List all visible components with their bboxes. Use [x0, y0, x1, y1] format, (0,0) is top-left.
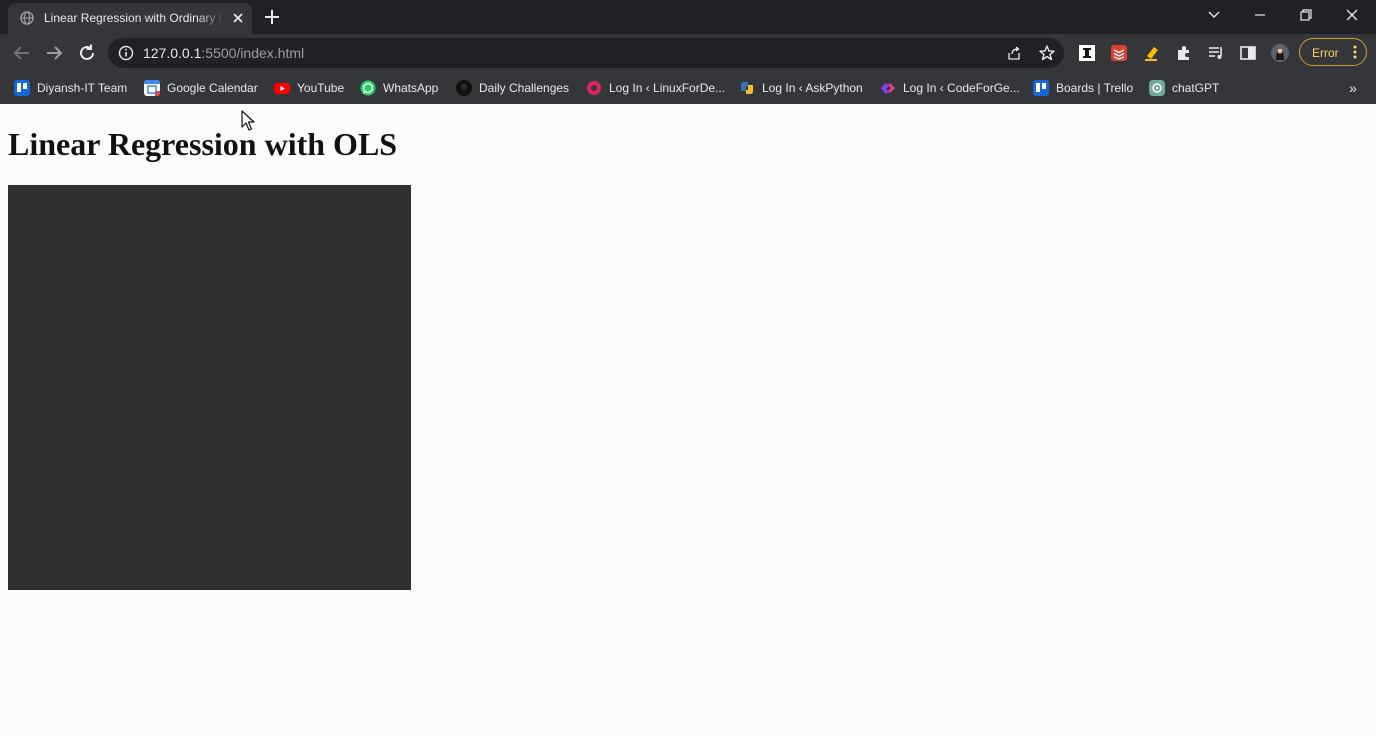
whatsapp-icon: [360, 80, 376, 96]
calendar-icon: [144, 80, 160, 96]
bookmark-label: Log In ‹ LinuxForDe...: [609, 81, 726, 95]
bookmark-label: chatGPT: [1172, 81, 1220, 95]
browser-toolbar: 127.0.0.1:5500/index.html Error: [0, 34, 1376, 72]
instapaper-extension-icon[interactable]: [1077, 43, 1097, 63]
error-label: Error: [1312, 46, 1339, 60]
page-content: Linear Regression with OLS: [0, 104, 1376, 736]
new-tab-plus-icon[interactable]: [262, 7, 282, 27]
profile-error-button[interactable]: Error: [1299, 38, 1367, 66]
youtube-icon: [274, 83, 290, 94]
address-bar[interactable]: 127.0.0.1:5500/index.html: [108, 38, 1064, 68]
url-host: 127.0.0.1: [143, 45, 202, 61]
reload-icon[interactable]: [76, 42, 98, 64]
bookmark-label: Log In ‹ AskPython: [762, 81, 863, 95]
bookmark-star-icon[interactable]: [1038, 44, 1056, 62]
trello-icon: [1033, 80, 1049, 96]
chatgpt-icon: [1149, 80, 1165, 96]
minimize-icon[interactable]: [1248, 4, 1272, 26]
profile-avatar[interactable]: [1270, 43, 1290, 63]
browser-tab[interactable]: Linear Regression with Ordinary Least Sq…: [8, 3, 252, 34]
bookmarks-bar: Diyansh-IT Team Google Calendar YouTube …: [0, 72, 1376, 104]
tab-strip: Linear Regression with Ordinary Least Sq…: [0, 0, 1376, 34]
bookmark-label: WhatsApp: [383, 81, 439, 95]
side-panel-icon[interactable]: [1238, 43, 1258, 63]
mouse-cursor-icon: [241, 110, 255, 131]
media-control-icon[interactable]: [1206, 43, 1226, 63]
bookmark-label: Diyansh-IT Team: [37, 81, 128, 95]
github-icon: [456, 80, 472, 96]
todoist-extension-icon[interactable]: [1109, 43, 1129, 63]
tab-search-chevron-down-icon[interactable]: [1202, 4, 1226, 26]
regression-canvas[interactable]: [8, 185, 411, 590]
python-icon: [741, 82, 753, 94]
highlighter-extension-icon[interactable]: [1142, 43, 1162, 63]
forward-arrow-icon[interactable]: [43, 42, 65, 64]
more-vert-icon[interactable]: [1350, 44, 1360, 60]
bookmark-label: Log In ‹ CodeForGe...: [903, 81, 1020, 95]
bookmarks-overflow-chevron-icon[interactable]: »: [1344, 77, 1362, 99]
tab-close-icon[interactable]: [230, 10, 246, 26]
browser-chrome: Linear Regression with Ordinary Least Sq…: [0, 0, 1376, 104]
globe-icon: [20, 11, 34, 25]
bookmark-label: YouTube: [297, 81, 345, 95]
back-arrow-icon[interactable]: [11, 42, 33, 64]
bookmark-label: Google Calendar: [167, 81, 258, 95]
extensions-puzzle-icon[interactable]: [1174, 43, 1194, 63]
bookmark-label: Daily Challenges: [479, 81, 570, 95]
share-icon[interactable]: [1006, 45, 1022, 61]
url-text[interactable]: 127.0.0.1:5500/index.html: [143, 45, 304, 61]
bookmark-label: Boards | Trello: [1056, 81, 1134, 95]
linuxfordevices-icon: [587, 81, 601, 95]
tab-title: Linear Regression with Ordinary Least Sq…: [44, 11, 224, 25]
url-path: :5500/index.html: [201, 45, 305, 61]
codeforgeek-icon: [881, 83, 895, 94]
page-heading: Linear Regression with OLS: [8, 126, 398, 162]
trello-icon: [14, 80, 30, 96]
restore-icon[interactable]: [1294, 4, 1318, 26]
site-info-icon[interactable]: [118, 45, 134, 61]
close-window-icon[interactable]: [1340, 4, 1364, 26]
